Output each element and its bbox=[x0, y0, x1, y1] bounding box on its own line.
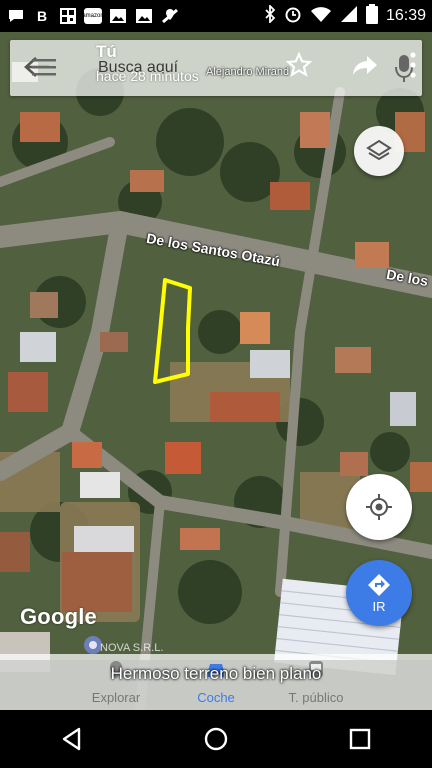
crosshair-icon bbox=[366, 494, 392, 520]
my-location-button[interactable] bbox=[346, 474, 412, 540]
home-circle-icon bbox=[204, 727, 228, 751]
go-label: IR bbox=[372, 599, 386, 614]
recents-button[interactable] bbox=[340, 719, 380, 759]
layers-icon bbox=[366, 139, 392, 161]
b-icon: B bbox=[36, 8, 48, 24]
tab-label: T. público bbox=[288, 690, 344, 705]
amazon-icon: amazon bbox=[82, 8, 104, 24]
caption-text: Hermoso terreno bien plano bbox=[110, 664, 322, 683]
alarm-icon bbox=[284, 5, 302, 28]
status-bar: B amazon 16:39 bbox=[0, 0, 432, 32]
directions-icon bbox=[368, 574, 390, 596]
bottom-place-label: NOVA S.R.L. bbox=[100, 642, 164, 654]
home-button[interactable] bbox=[196, 719, 236, 759]
maps-icon bbox=[160, 7, 180, 25]
overflow-menu-icon[interactable] bbox=[408, 52, 418, 78]
share-arrow-icon[interactable] bbox=[351, 53, 379, 77]
tab-label: Coche bbox=[197, 690, 235, 705]
search-bar[interactable]: Alejandro Mirand Busca aquí Tú hace 28 m… bbox=[10, 40, 422, 96]
image-icon bbox=[108, 7, 128, 25]
location-subtitle: hace 28 minutos bbox=[96, 68, 199, 84]
road-label-top: Alejandro Mirand bbox=[206, 66, 290, 78]
system-icons: 16:39 bbox=[264, 3, 426, 29]
star-icon[interactable] bbox=[286, 52, 312, 78]
layers-button[interactable] bbox=[354, 126, 404, 176]
notification-icons: B amazon bbox=[6, 7, 180, 25]
signal-icon bbox=[340, 5, 358, 28]
back-button[interactable] bbox=[52, 719, 92, 759]
location-title: Tú bbox=[96, 42, 117, 61]
navigation-bar bbox=[0, 710, 432, 768]
tab-label: Explorar bbox=[91, 690, 141, 705]
directions-button[interactable]: IR bbox=[346, 560, 412, 626]
battery-icon bbox=[365, 3, 378, 29]
qr-icon bbox=[58, 7, 78, 25]
google-logo: Google bbox=[20, 604, 97, 629]
image-icon bbox=[134, 7, 154, 25]
bluetooth-icon bbox=[264, 3, 276, 28]
menu-icon[interactable] bbox=[32, 58, 56, 76]
recents-square-icon bbox=[349, 728, 371, 750]
chat-icon bbox=[6, 7, 26, 25]
clock: 16:39 bbox=[385, 7, 426, 24]
back-triangle-icon bbox=[62, 727, 81, 751]
wifi-icon bbox=[310, 5, 332, 28]
